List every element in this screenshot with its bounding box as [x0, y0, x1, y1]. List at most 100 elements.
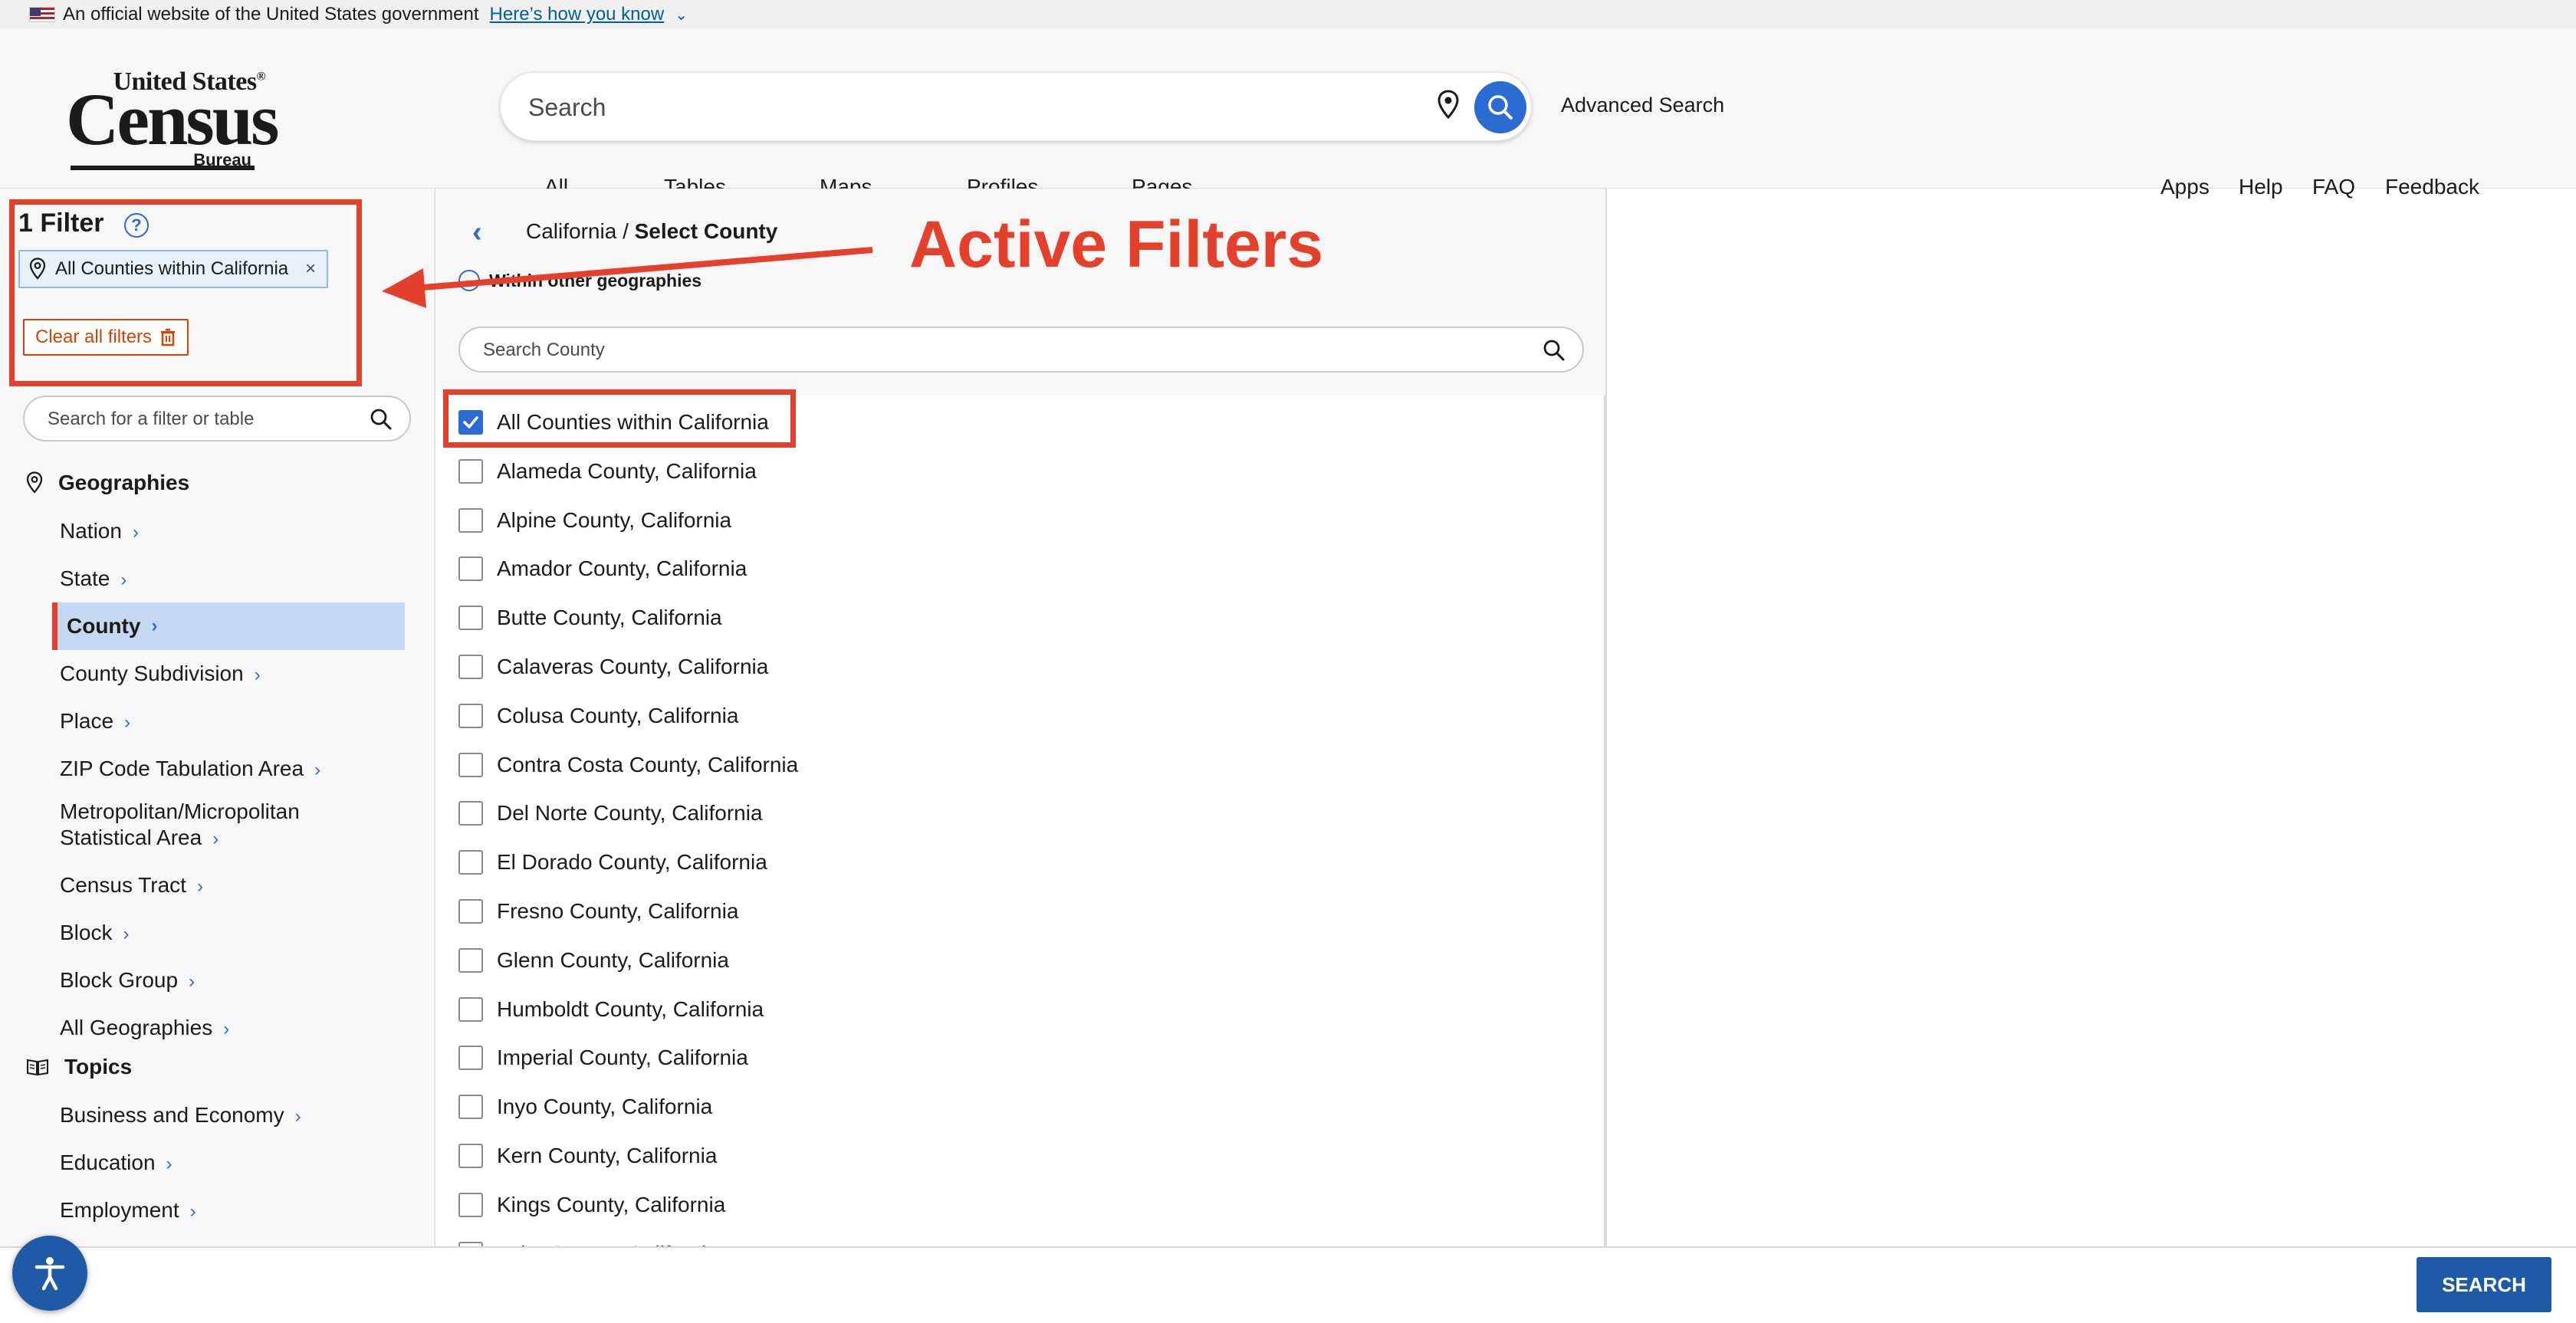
county-option[interactable]: Imperial County, California	[458, 1040, 748, 1075]
info-circle-icon	[458, 270, 480, 291]
county-checkbox[interactable]	[458, 507, 483, 533]
sidebar-item-metro-micro[interactable]: Metropolitan/Micropolitan Statistical Are…	[60, 799, 300, 852]
county-option[interactable]: Kings County, California	[458, 1187, 725, 1223]
county-option[interactable]: Alameda County, California	[458, 454, 757, 489]
county-checkbox[interactable]	[458, 556, 483, 582]
sidebar-item-nation[interactable]: Nation ›	[60, 518, 139, 546]
county-checkbox[interactable]	[458, 850, 483, 875]
sidebar-item-business-economy[interactable]: Business and Economy ›	[60, 1102, 301, 1130]
county-checkbox[interactable]	[458, 947, 483, 973]
county-option-label: Butte County, California	[497, 606, 722, 630]
county-checkbox[interactable]	[458, 752, 483, 777]
sidebar-item-education[interactable]: Education ›	[60, 1150, 172, 1177]
county-search-input[interactable]	[483, 337, 1480, 363]
sidebar-item-county-subdivision[interactable]: County Subdivision ›	[60, 661, 261, 688]
sidebar-item-county[interactable]: County ›	[52, 602, 405, 650]
chevron-right-icon: ›	[166, 1154, 172, 1174]
sidebar-item-block-group[interactable]: Block Group ›	[60, 967, 195, 995]
county-option[interactable]: Humboldt County, California	[458, 992, 764, 1027]
county-option[interactable]: Glenn County, California	[458, 943, 729, 978]
help-icon[interactable]: ?	[124, 213, 149, 238]
location-pin-icon[interactable]	[1438, 90, 1459, 120]
filter-chip-label: All Counties within California	[55, 258, 289, 279]
sidebar-item-state[interactable]: State ›	[60, 566, 127, 593]
logo-bureau-text: Bureau	[193, 150, 251, 169]
county-option-label: Contra Costa County, California	[497, 752, 799, 776]
close-icon[interactable]: ×	[305, 258, 316, 280]
bottom-action-bar	[0, 1246, 2576, 1323]
county-checkbox[interactable]	[458, 1192, 483, 1217]
search-button[interactable]: SEARCH	[2417, 1257, 2551, 1312]
county-option-label: Humboldt County, California	[497, 996, 764, 1021]
gov-banner: An official website of the United States…	[0, 0, 2576, 29]
county-checkbox[interactable]	[458, 1144, 483, 1168]
county-option[interactable]: Colusa County, California	[458, 698, 738, 734]
county-option[interactable]: El Dorado County, California	[458, 845, 767, 880]
search-submit-button[interactable]	[1474, 81, 1526, 133]
back-chevron-icon[interactable]: ‹	[472, 216, 482, 249]
county-checkbox[interactable]	[458, 801, 483, 826]
county-option[interactable]: Amador County, California	[458, 551, 747, 586]
county-option[interactable]: Calaveras County, California	[458, 649, 768, 684]
nav-help[interactable]: Help	[2239, 175, 2283, 199]
county-option-label: Del Norte County, California	[497, 801, 763, 826]
search-icon[interactable]	[1543, 339, 1566, 362]
county-option-label: Calaveras County, California	[497, 655, 769, 678]
county-option-label: Fresno County, California	[497, 899, 739, 923]
county-option[interactable]: Butte County, California	[458, 600, 722, 635]
chevron-right-icon: ›	[151, 616, 158, 636]
chevron-right-icon: ›	[223, 1019, 230, 1039]
county-option[interactable]: Fresno County, California	[458, 894, 738, 929]
county-option[interactable]: Contra Costa County, California	[458, 747, 798, 783]
location-pin-icon	[29, 258, 46, 280]
county-option-label: Kings County, California	[497, 1192, 726, 1216]
sidebar-item-place[interactable]: Place ›	[60, 708, 130, 736]
search-icon[interactable]	[370, 408, 393, 431]
filter-count-title: 1 Filter	[18, 208, 104, 238]
filter-chip[interactable]: All Counties within California ×	[18, 250, 329, 288]
filter-search-box	[23, 396, 411, 442]
sidebar-item-block[interactable]: Block ›	[60, 920, 129, 947]
filter-search-input[interactable]	[48, 406, 354, 432]
county-checkbox[interactable]	[458, 1095, 483, 1120]
county-select-panel: ‹ California / Select County Within othe…	[434, 189, 1607, 1266]
county-option[interactable]: Inyo County, California	[458, 1089, 712, 1124]
topics-label: Topics	[64, 1055, 133, 1078]
county-option[interactable]: Kern County, California	[458, 1138, 717, 1174]
county-search-box	[458, 327, 1584, 373]
sidebar-item-census-tract[interactable]: Census Tract ›	[60, 872, 203, 900]
county-option[interactable]: Alpine County, California	[458, 503, 731, 538]
county-checkbox[interactable]	[458, 996, 483, 1022]
chevron-right-icon: ›	[294, 1106, 301, 1127]
heres-how-you-know-link[interactable]: Here’s how you know	[490, 4, 665, 25]
advanced-search-link[interactable]: Advanced Search	[1561, 94, 1724, 117]
accessibility-button[interactable]	[12, 1236, 87, 1311]
chevron-down-icon[interactable]: ⌄	[675, 5, 688, 25]
location-pin-icon	[26, 471, 43, 494]
us-flag-icon	[29, 7, 55, 22]
county-checkbox[interactable]	[458, 606, 483, 631]
chevron-right-icon: ›	[189, 1201, 196, 1222]
nav-faq[interactable]: FAQ	[2312, 175, 2355, 199]
nav-apps[interactable]: Apps	[2160, 175, 2210, 199]
county-option-label: Colusa County, California	[497, 703, 739, 727]
sidebar-item-employment[interactable]: Employment ›	[60, 1197, 196, 1225]
sidebar-item-zcta[interactable]: ZIP Code Tabulation Area ›	[60, 756, 320, 783]
main-search-input[interactable]	[528, 87, 1372, 128]
chevron-right-icon: ›	[124, 712, 131, 733]
chevron-right-icon: ›	[212, 829, 219, 849]
county-checkbox[interactable]	[458, 458, 483, 484]
chevron-right-icon: ›	[196, 876, 203, 897]
county-checkbox[interactable]	[458, 1046, 483, 1071]
chevron-right-icon: ›	[120, 570, 127, 590]
census-logo[interactable]: United States® Census Bureau	[66, 67, 279, 175]
county-checkbox[interactable]	[458, 703, 483, 728]
sidebar-item-all-geographies[interactable]: All Geographies ›	[60, 1015, 229, 1042]
clear-all-filters-button[interactable]: Clear all filters	[23, 319, 189, 356]
county-option[interactable]: Del Norte County, California	[458, 796, 763, 831]
nav-feedback[interactable]: Feedback	[2385, 175, 2479, 199]
within-other-geographies[interactable]: Within other geographies	[458, 270, 702, 291]
county-checkbox[interactable]	[458, 655, 483, 679]
search-icon	[1488, 95, 1513, 120]
county-checkbox[interactable]	[458, 899, 483, 924]
